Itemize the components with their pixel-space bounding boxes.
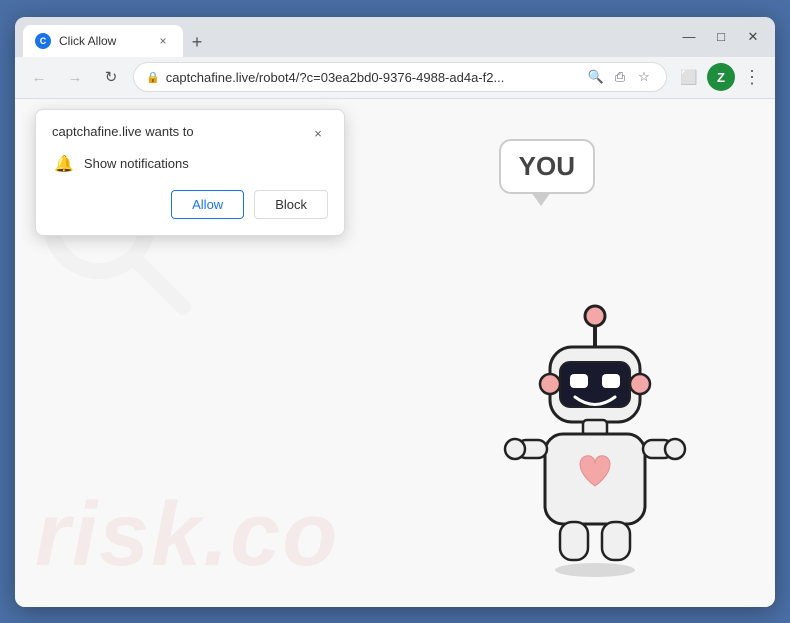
new-tab-button[interactable]: + [183, 29, 211, 57]
url-action-icons: 🔍 ⎙ ☆ [586, 67, 654, 87]
block-button[interactable]: Block [254, 190, 328, 219]
allow-button[interactable]: Allow [171, 190, 244, 219]
profile-icon[interactable]: Z [707, 63, 735, 91]
robot-illustration [495, 302, 695, 587]
notification-popup: captchafine.live wants to × 🔔 Show notif… [35, 109, 345, 236]
popup-title: captchafine.live wants to [52, 124, 194, 139]
back-button[interactable]: ← [25, 63, 53, 91]
menu-icon[interactable]: ⋮ [739, 63, 765, 92]
active-tab[interactable]: C Click Allow × [23, 25, 183, 57]
watermark-text: risk.co [35, 484, 339, 587]
bookmark-icon[interactable]: ☆ [634, 67, 654, 87]
close-window-button[interactable]: ✕ [739, 23, 767, 51]
reload-button[interactable]: ↻ [97, 63, 125, 91]
popup-actions: Allow Block [52, 190, 328, 219]
maximize-button[interactable]: □ [707, 23, 735, 51]
page-content: risk.co YOU [15, 99, 775, 607]
minimize-button[interactable]: — [675, 23, 703, 51]
search-icon[interactable]: 🔍 [586, 67, 606, 87]
forward-button[interactable]: → [61, 63, 89, 91]
cast-icon[interactable]: ⬜ [675, 63, 703, 91]
lock-icon: 🔒 [146, 71, 160, 84]
tab-title: Click Allow [59, 34, 147, 48]
notification-label: Show notifications [84, 156, 189, 171]
url-text: captchafine.live/robot4/?c=03ea2bd0-9376… [166, 70, 580, 85]
speech-bubble: YOU [499, 139, 595, 194]
title-bar: C Click Allow × + — □ ✕ [15, 17, 775, 57]
share-icon[interactable]: ⎙ [610, 67, 630, 87]
notification-row: 🔔 Show notifications [52, 154, 328, 174]
speech-text: YOU [519, 151, 575, 181]
popup-close-button[interactable]: × [308, 124, 328, 144]
browser-window: C Click Allow × + — □ ✕ ← → ↻ 🔒 captchaf… [15, 17, 775, 607]
tab-bar: C Click Allow × + [23, 17, 667, 57]
popup-header: captchafine.live wants to × [52, 124, 328, 144]
title-bar-controls: — □ ✕ [675, 23, 767, 51]
bell-icon: 🔔 [54, 154, 74, 174]
toolbar-icons: ⬜ Z ⋮ [675, 63, 765, 92]
address-bar: ← → ↻ 🔒 captchafine.live/robot4/?c=03ea2… [15, 57, 775, 99]
url-bar[interactable]: 🔒 captchafine.live/robot4/?c=03ea2bd0-93… [133, 62, 667, 92]
tab-favicon: C [35, 33, 51, 49]
tab-close-button[interactable]: × [155, 33, 171, 49]
